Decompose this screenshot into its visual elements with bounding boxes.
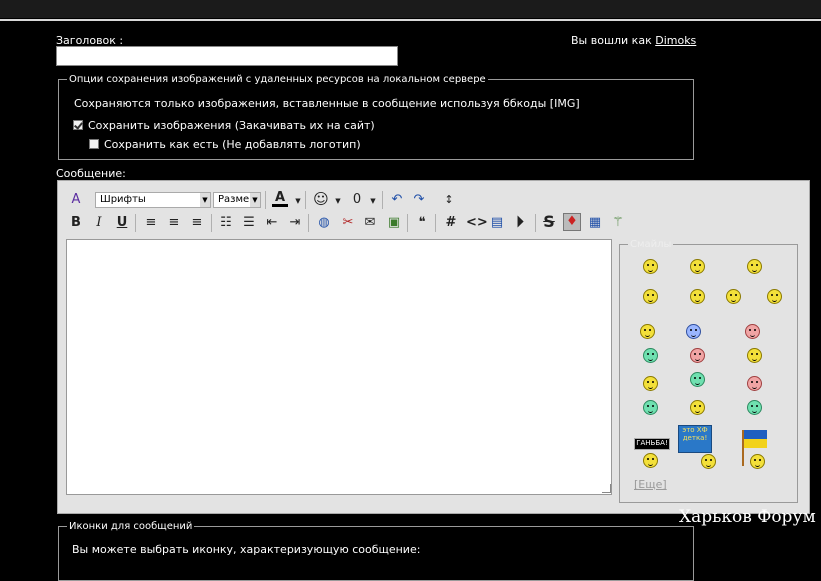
ordered-list-icon[interactable]: ☷ — [218, 215, 234, 231]
hf-banner: это ХФ детка! — [678, 425, 712, 453]
align-right-icon[interactable]: ≡ — [189, 215, 205, 231]
font-select-value: Шрифты — [100, 194, 146, 205]
size-select[interactable]: Размер ▼ — [213, 192, 261, 208]
smilies-chain-right-icon[interactable] — [767, 289, 782, 304]
message-icons-legend: Иконки для сообщений — [69, 521, 193, 532]
toolbar-separator — [435, 214, 436, 232]
smiley-insert-icon[interactable]: ☺ — [313, 191, 329, 207]
smile-icon[interactable] — [643, 259, 658, 274]
play-video-icon[interactable]: ⏵ — [512, 214, 528, 231]
code-hash-icon[interactable]: # — [443, 215, 459, 231]
unordered-list-icon[interactable]: ☰ — [241, 215, 257, 231]
php-code-icon[interactable]: ▤ — [489, 215, 505, 231]
image-options-legend: Опции сохранения изображений с удаленных… — [69, 74, 486, 85]
scared-icon[interactable] — [643, 400, 658, 415]
in-love-icon[interactable] — [690, 348, 705, 363]
bold-icon[interactable]: B — [68, 215, 84, 231]
save-as-is-option[interactable]: Сохранить как есть (Не добавлять логотип… — [89, 138, 361, 151]
top-bar — [0, 0, 821, 18]
save-as-is-label: Сохранить как есть (Не добавлять логотип… — [104, 138, 361, 151]
chevron-down-icon[interactable]: ▼ — [290, 193, 306, 209]
toolbar-separator — [135, 214, 136, 232]
thinking-icon[interactable] — [643, 376, 658, 391]
smilies-legend: Смайлы — [630, 239, 672, 250]
forum-watermark: Харьков Форум — [679, 507, 816, 527]
ganba-banner: ГАНЬБА! — [634, 438, 670, 450]
frozen-icon[interactable] — [747, 400, 762, 415]
title-input[interactable] — [56, 46, 398, 66]
redo-icon[interactable]: ↷ — [411, 192, 427, 208]
smilies-chain-left-icon[interactable] — [726, 289, 741, 304]
green-smile-icon[interactable] — [643, 348, 658, 363]
thumbs-up-icon[interactable] — [686, 324, 701, 339]
quote-icon[interactable]: ❝ — [414, 215, 430, 231]
toolbar-separator — [305, 191, 306, 209]
cool-thumbs-icon[interactable] — [640, 324, 655, 339]
toolbar-separator — [535, 214, 536, 232]
map-marker-icon[interactable]: ♦ — [563, 213, 581, 231]
toolbar-separator — [308, 214, 309, 232]
flag-smiley-icon[interactable] — [750, 454, 765, 469]
wave-icon[interactable] — [747, 348, 762, 363]
align-left-icon[interactable]: ≡ — [143, 215, 159, 231]
html-code-icon[interactable]: <> — [466, 215, 488, 231]
angry-icon[interactable] — [745, 324, 760, 339]
chevron-down-icon[interactable]: ▼ — [365, 193, 381, 209]
toolbar-separator — [211, 214, 212, 232]
insert-link-icon[interactable]: ◍ — [316, 215, 332, 231]
username-link[interactable]: Dimoks — [655, 34, 696, 47]
logged-in-status: Вы вошли как Dimoks — [571, 34, 696, 47]
top-divider — [0, 19, 821, 21]
magic-wand-icon[interactable]: ⚚ — [610, 215, 626, 231]
table-icon[interactable]: ▦ — [587, 215, 603, 231]
save-images-option[interactable]: Сохранить изображения (Закачивать их на … — [73, 119, 375, 132]
font-select[interactable]: Шрифты ▼ — [95, 192, 211, 208]
ukraine-flag-bottom — [743, 439, 767, 448]
sad-icon[interactable] — [690, 289, 705, 304]
more-smilies-link[interactable]: [Еще] — [634, 478, 667, 491]
sick-icon[interactable] — [690, 372, 705, 387]
remove-format-icon[interactable]: A — [68, 192, 84, 208]
logged-in-prefix: Вы вошли как — [571, 34, 652, 47]
flag-pole — [742, 430, 744, 466]
message-label: Сообщение: — [56, 167, 126, 180]
undo-icon[interactable]: ↶ — [389, 192, 405, 208]
underline-icon[interactable]: U — [114, 215, 130, 231]
ganba-smiley-icon[interactable] — [643, 453, 658, 468]
text-color-icon[interactable]: A — [272, 190, 288, 207]
italic-icon[interactable]: I — [91, 215, 107, 231]
insert-image-icon[interactable]: ▣ — [386, 215, 402, 231]
indent-icon[interactable]: ⇥ — [287, 215, 303, 231]
save-images-label: Сохранить изображения (Закачивать их на … — [88, 119, 375, 132]
grin-icon[interactable] — [690, 259, 705, 274]
chevron-down-icon: ▼ — [200, 193, 210, 207]
strikethrough-icon[interactable]: S — [541, 214, 557, 230]
toolbar-separator — [382, 191, 383, 209]
resize-handle-icon[interactable] — [602, 484, 611, 493]
save-images-checkbox[interactable] — [73, 120, 83, 130]
remove-link-icon[interactable]: ✂ — [340, 215, 356, 231]
bouncing-icon[interactable] — [690, 400, 705, 415]
image-options-description: Сохраняются только изображения, вставлен… — [74, 97, 580, 110]
confused-icon[interactable] — [643, 289, 658, 304]
resize-editor-icon[interactable]: ↕ — [441, 192, 457, 208]
hf-smiley-icon[interactable] — [701, 454, 716, 469]
message-textarea[interactable] — [66, 239, 612, 495]
toolbar-separator — [407, 214, 408, 232]
message-icons-description: Вы можете выбрать иконку, характеризующу… — [72, 543, 421, 556]
attachment-icon[interactable]: 0 — [349, 192, 365, 208]
outdent-icon[interactable]: ⇤ — [264, 215, 280, 231]
align-center-icon[interactable]: ≡ — [166, 215, 182, 231]
ukraine-flag-top — [743, 430, 767, 439]
chevron-down-icon[interactable]: ▼ — [330, 193, 346, 209]
big-grin-icon[interactable] — [747, 259, 762, 274]
surprised-icon[interactable] — [747, 376, 762, 391]
chevron-down-icon: ▼ — [250, 193, 260, 207]
save-as-is-checkbox[interactable] — [89, 139, 99, 149]
toolbar-separator — [265, 191, 266, 209]
insert-email-icon[interactable]: ✉ — [362, 215, 378, 231]
